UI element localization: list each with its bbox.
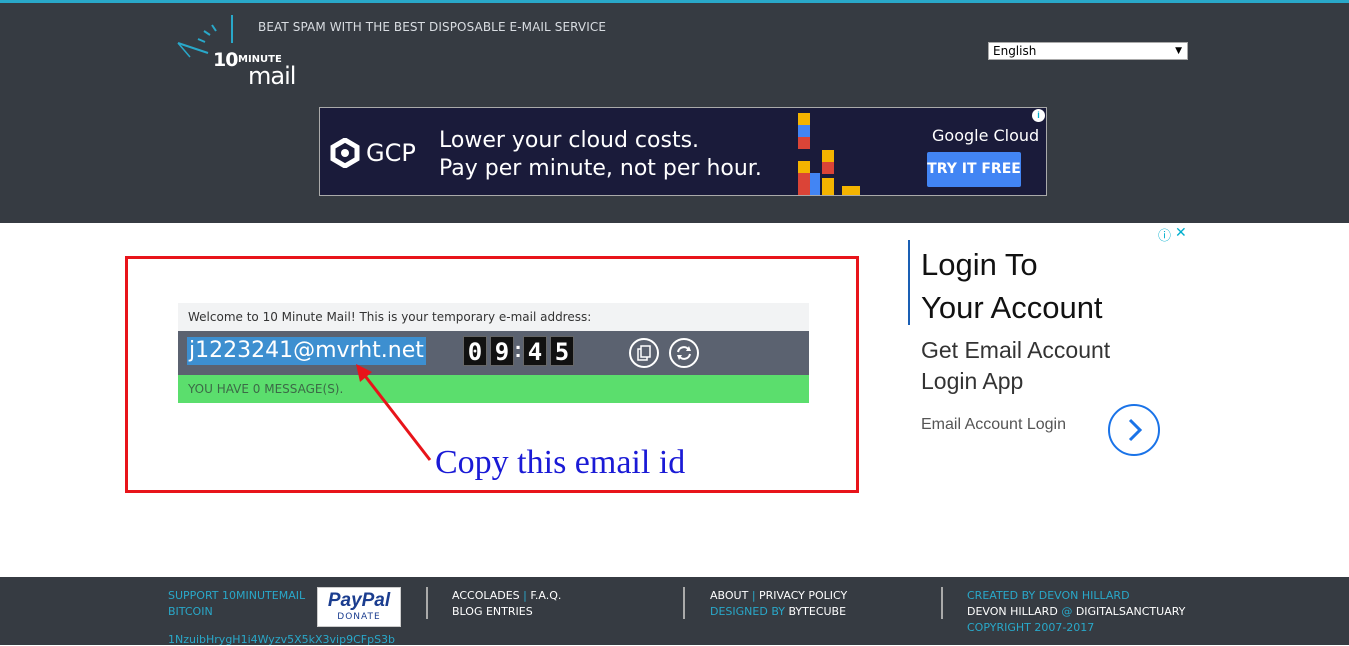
chevron-right-icon[interactable] — [1108, 404, 1160, 456]
mail-panel: Welcome to 10 Minute Mail! This is your … — [178, 303, 809, 403]
support-line1[interactable]: SUPPORT 10MINUTEMAIL — [168, 588, 305, 604]
dropdown-arrow-icon: ▼ — [1175, 46, 1182, 56]
stacked-cubes-illustration — [798, 113, 860, 195]
bytecube-link[interactable]: BYTECUBE — [788, 605, 846, 618]
side-ad-small-text: Email Account Login — [921, 416, 1066, 433]
digitalsanctuary-link[interactable]: DIGITALSANCTUARY — [1076, 605, 1186, 618]
header: 10 MINUTE mail BEAT SPAM WITH THE BEST D… — [0, 3, 1349, 223]
devon-link[interactable]: DEVON HILLARD — [967, 605, 1058, 618]
created-by: CREATED BY DEVON HILLARD — [967, 589, 1130, 602]
refresh-icon[interactable] — [669, 338, 699, 368]
timer-digit: 9 — [490, 336, 514, 366]
side-ad[interactable]: ⓘ ✕ Login To Your Account Get Email Acco… — [905, 224, 1190, 465]
adchoices-icon[interactable]: i — [1032, 109, 1045, 122]
gcp-hexagon-icon — [330, 138, 360, 168]
timer-digit: 4 — [523, 336, 547, 366]
privacy-link[interactable]: PRIVACY POLICY — [759, 589, 847, 602]
ad-headline-1: Lower your cloud costs. — [439, 128, 700, 153]
copy-icon[interactable] — [629, 338, 659, 368]
footer-links-3: CREATED BY DEVON HILLARD DEVON HILLARD @… — [967, 588, 1185, 636]
message-count[interactable]: YOU HAVE 0 MESSAGE(S). — [178, 375, 809, 403]
blog-link[interactable]: BLOG ENTRIES — [452, 604, 561, 620]
annotation-text: Copy this email id — [435, 444, 686, 481]
timer-digit: 0 — [463, 336, 487, 366]
timer-colon: : — [514, 337, 522, 362]
welcome-text: Welcome to 10 Minute Mail! This is your … — [178, 303, 809, 331]
copyright: COPYRIGHT 2007-2017 — [967, 621, 1095, 634]
try-free-button[interactable]: TRY IT FREE — [927, 152, 1021, 187]
ad-company: Google Cloud — [932, 126, 1040, 145]
side-ad-accent-bar — [908, 240, 910, 325]
link-separator: | — [751, 589, 760, 602]
tagline: BEAT SPAM WITH THE BEST DISPOSABLE E-MAI… — [258, 20, 607, 34]
at-sign: @ — [1061, 605, 1073, 618]
close-icon[interactable]: ✕ — [1175, 224, 1187, 241]
ad-headline-2: Pay per minute, not per hour. — [439, 156, 762, 181]
accolades-link[interactable]: ACCOLADES — [452, 589, 520, 602]
side-ad-title[interactable]: Login To Your Account — [921, 243, 1103, 329]
footer-links-2: ABOUT | PRIVACY POLICY DESIGNED BY BYTEC… — [710, 588, 847, 620]
language-selected: English — [993, 44, 1037, 58]
support-line2[interactable]: BITCOIN — [168, 604, 305, 620]
side-ad-subtitle: Get Email Account Login App — [921, 335, 1110, 397]
paypal-brand: PayPal — [327, 590, 391, 611]
footer-divider — [941, 587, 943, 619]
adchoices-icon[interactable]: ⓘ — [1158, 225, 1171, 244]
faq-link[interactable]: F.A.Q. — [530, 589, 561, 602]
email-row: j1223241@mvrht.net 0 9 : 4 5 — [178, 331, 809, 375]
side-ad-sub-line2: Login App — [921, 368, 1024, 394]
footer-divider — [683, 587, 685, 619]
language-select[interactable]: English ▼ — [988, 42, 1188, 60]
footer-divider — [426, 587, 428, 619]
about-link[interactable]: ABOUT — [710, 589, 748, 602]
paypal-donate-label: DONATE — [337, 612, 381, 622]
footer-support: SUPPORT 10MINUTEMAIL BITCOIN — [168, 588, 305, 620]
logo-mail: mail — [248, 62, 296, 90]
ad-banner[interactable]: GCP Lower your cloud costs. Pay per minu… — [319, 107, 1047, 196]
footer: SUPPORT 10MINUTEMAIL BITCOIN 1NzuibHrygH… — [0, 577, 1349, 646]
paypal-donate-button[interactable]: PayPal DONATE — [317, 587, 401, 627]
side-ad-title-line2: Your Account — [921, 290, 1103, 325]
bitcoin-address[interactable]: 1NzuibHrygH1i4Wyzv5X5kX3vip9CFpS3b — [168, 633, 395, 646]
logo-ten: 10 — [213, 49, 238, 71]
designed-by-label: DESIGNED BY — [710, 605, 785, 618]
side-ad-title-line1: Login To — [921, 247, 1038, 282]
timer-digit: 5 — [550, 336, 574, 366]
footer-links-1: ACCOLADES | F.A.Q. BLOG ENTRIES — [452, 588, 561, 620]
ad-brand: GCP — [366, 139, 416, 167]
side-ad-sub-line1: Get Email Account — [921, 337, 1111, 363]
